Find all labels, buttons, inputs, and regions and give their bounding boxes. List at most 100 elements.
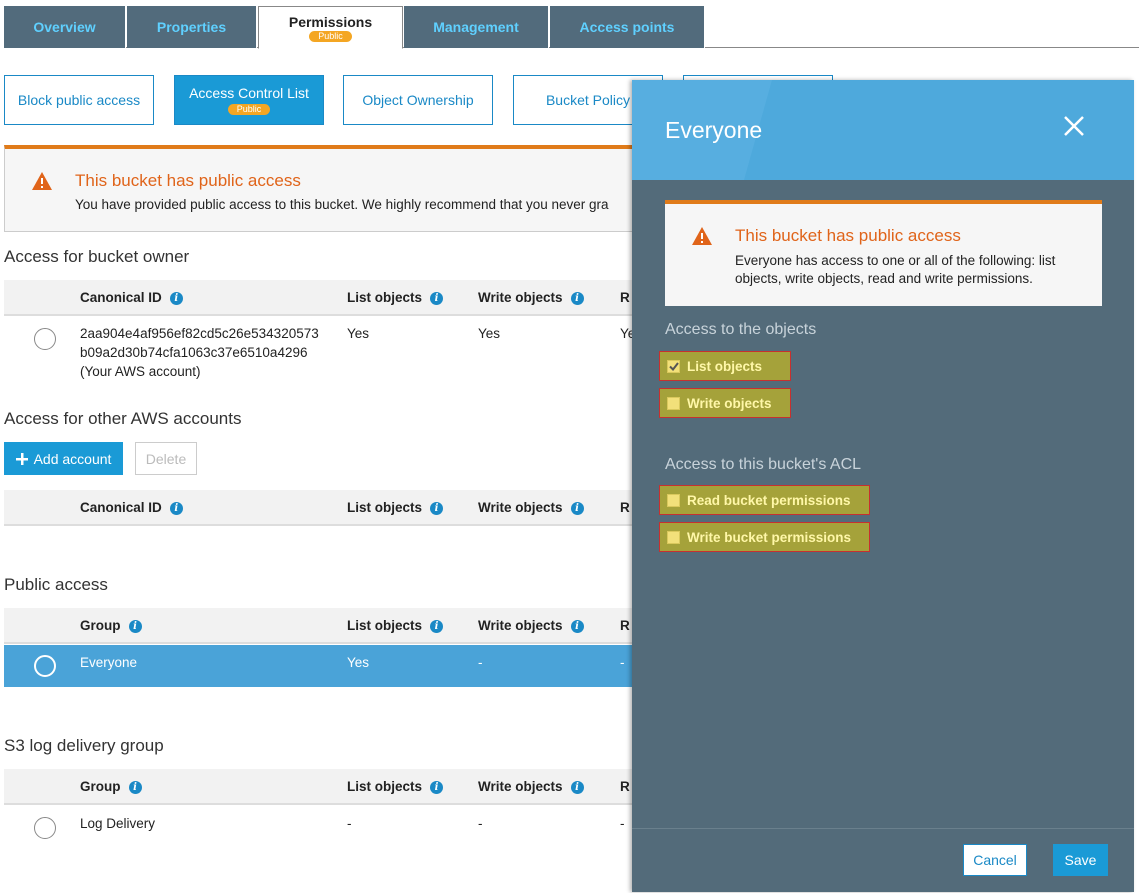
save-button[interactable]: Save bbox=[1053, 844, 1108, 876]
r-value: - bbox=[620, 816, 625, 831]
read-bucket-permissions-checkbox[interactable]: Read bucket permissions bbox=[659, 485, 870, 515]
row-radio[interactable] bbox=[34, 328, 56, 350]
acl-public-badge: Public bbox=[227, 104, 271, 115]
log-table-header: Group i List objects i Write objects i R bbox=[4, 769, 644, 805]
subtab-object-ownership[interactable]: Object Ownership bbox=[343, 75, 493, 125]
subtab-acl-label: Access Control List bbox=[189, 85, 309, 101]
canonical-id-line1: 2aa904e4af956ef82cd5c26e534320573 bbox=[80, 326, 319, 341]
list-objects-label: List objects bbox=[687, 358, 763, 374]
warning-icon bbox=[32, 172, 52, 190]
list-value: - bbox=[347, 816, 352, 831]
warning-title: This bucket has public access bbox=[75, 171, 301, 190]
info-icon[interactable]: i bbox=[570, 781, 584, 794]
modal-warning: This bucket has public access Everyone h… bbox=[665, 200, 1102, 306]
cancel-button[interactable]: Cancel bbox=[963, 844, 1027, 876]
log-section-title: S3 log delivery group bbox=[4, 736, 164, 755]
col-list-objects: List objects i bbox=[347, 500, 444, 515]
list-value: Yes bbox=[347, 655, 370, 670]
main-tabs: Overview Properties Permissions Public M… bbox=[4, 6, 1139, 49]
col-write-objects: Write objects i bbox=[478, 618, 584, 633]
other-table-header: Canonical ID i List objects i Write object… bbox=[4, 490, 644, 526]
info-icon[interactable]: i bbox=[430, 620, 444, 633]
tab-overview[interactable]: Overview bbox=[4, 6, 126, 48]
info-icon[interactable]: i bbox=[128, 620, 142, 633]
group-value: Everyone bbox=[80, 655, 138, 670]
group-value: Log Delivery bbox=[80, 816, 156, 831]
table-row-selected[interactable]: Everyone Yes - - bbox=[4, 645, 644, 687]
everyone-modal: Everyone This bucket has public access E… bbox=[632, 80, 1134, 892]
add-account-label: Add account bbox=[33, 450, 112, 467]
modal-warning-title: This bucket has public access bbox=[735, 226, 961, 245]
write-objects-checkbox[interactable]: Write objects bbox=[659, 388, 791, 418]
tab-properties[interactable]: Properties bbox=[127, 6, 257, 48]
modal-header: Everyone bbox=[632, 80, 1134, 180]
warning-text: You have provided public access to this … bbox=[75, 197, 609, 212]
public-badge: Public bbox=[309, 30, 352, 42]
public-table-header: Group i List objects i Write objects i R bbox=[4, 608, 644, 644]
info-icon[interactable]: i bbox=[169, 292, 183, 305]
write-value: - bbox=[478, 655, 483, 670]
checkbox-box bbox=[667, 530, 680, 544]
other-section-title: Access for other AWS accounts bbox=[4, 409, 242, 428]
tab-access-points[interactable]: Access points bbox=[550, 6, 705, 48]
warning-icon bbox=[692, 227, 712, 245]
row-radio[interactable] bbox=[34, 817, 56, 839]
modal-footer: Cancel Save bbox=[632, 828, 1134, 893]
objects-section-title: Access to the objects bbox=[665, 321, 817, 338]
info-icon[interactable]: i bbox=[128, 781, 142, 794]
col-r: R bbox=[620, 500, 630, 515]
subtab-block-public-access[interactable]: Block public access bbox=[4, 75, 154, 125]
table-row[interactable]: 2aa904e4af956ef82cd5c26e534320573 b09a2d… bbox=[4, 316, 644, 386]
row-radio[interactable] bbox=[34, 655, 56, 677]
checkbox-box bbox=[667, 396, 680, 410]
col-list-objects: List objects i bbox=[347, 779, 444, 794]
subtab-acl[interactable]: Access Control List Public bbox=[174, 75, 324, 125]
info-icon[interactable]: i bbox=[570, 292, 584, 305]
public-section-title: Public access bbox=[4, 575, 108, 594]
col-list-objects: List objects i bbox=[347, 290, 444, 305]
info-icon[interactable]: i bbox=[430, 781, 444, 794]
col-canonical-id: Canonical ID i bbox=[80, 500, 183, 515]
col-list-objects: List objects i bbox=[347, 618, 444, 633]
acl-section-title: Access to this bucket's ACL bbox=[665, 456, 862, 473]
tab-permissions[interactable]: Permissions Public bbox=[258, 6, 403, 49]
info-icon[interactable]: i bbox=[570, 620, 584, 633]
col-write-objects: Write objects i bbox=[478, 500, 584, 515]
write-value: Yes bbox=[478, 326, 501, 341]
info-icon[interactable]: i bbox=[430, 292, 444, 305]
tab-permissions-label: Permissions bbox=[288, 13, 373, 30]
write-bucket-permissions-checkbox[interactable]: Write bucket permissions bbox=[659, 522, 870, 552]
public-access-warning: This bucket has public access You have p… bbox=[4, 145, 664, 232]
owner-section-title: Access for bucket owner bbox=[4, 247, 190, 266]
write-objects-label: Write objects bbox=[687, 395, 772, 411]
write-value: - bbox=[478, 816, 483, 831]
col-write-objects: Write objects i bbox=[478, 779, 584, 794]
col-r: R bbox=[620, 618, 630, 633]
col-group: Group i bbox=[80, 618, 142, 633]
write-bucket-label: Write bucket permissions bbox=[687, 529, 852, 545]
list-objects-checkbox[interactable]: List objects bbox=[659, 351, 791, 381]
info-icon[interactable]: i bbox=[430, 502, 444, 515]
checkbox-box bbox=[667, 359, 680, 373]
close-icon[interactable] bbox=[1062, 114, 1086, 138]
read-bucket-label: Read bucket permissions bbox=[687, 492, 851, 508]
col-r: R bbox=[620, 290, 630, 305]
col-write-objects: Write objects i bbox=[478, 290, 584, 305]
canonical-id-line2: b09a2d30b74cfa1063c37e6510a4296 bbox=[80, 345, 308, 360]
r-value: - bbox=[620, 655, 625, 670]
col-r: R bbox=[620, 779, 630, 794]
delete-button[interactable]: Delete bbox=[135, 442, 197, 475]
tab-management[interactable]: Management bbox=[404, 6, 549, 48]
checkbox-box bbox=[667, 493, 680, 507]
info-icon[interactable]: i bbox=[169, 502, 183, 515]
check-icon bbox=[668, 361, 679, 371]
canonical-id-note: (Your AWS account) bbox=[80, 364, 201, 379]
modal-warning-text: Everyone has access to one or all of the… bbox=[735, 253, 1056, 286]
owner-table-header: Canonical ID i List objects i Write object… bbox=[4, 280, 644, 316]
info-icon[interactable]: i bbox=[570, 502, 584, 515]
col-group: Group i bbox=[80, 779, 142, 794]
list-value: Yes bbox=[347, 326, 370, 341]
add-account-button[interactable]: Add account bbox=[4, 442, 123, 475]
table-row[interactable]: Log Delivery - - - bbox=[4, 806, 644, 848]
col-canonical-id: Canonical ID i bbox=[80, 290, 183, 305]
